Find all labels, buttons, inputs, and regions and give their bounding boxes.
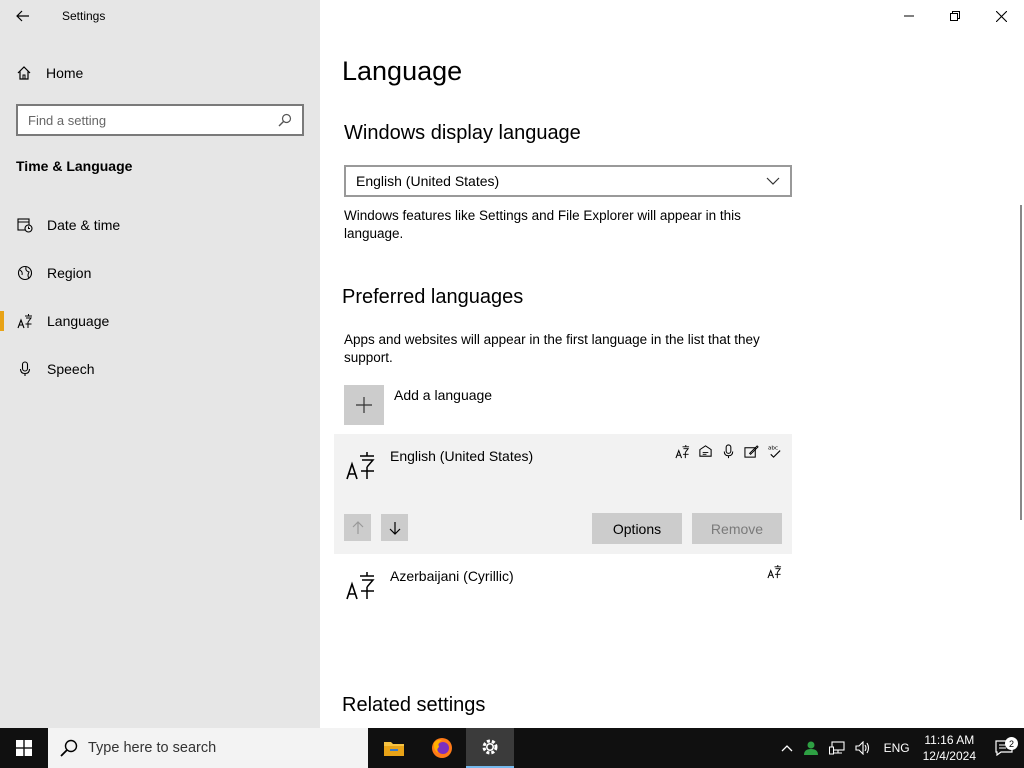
- restore-button[interactable]: [932, 0, 978, 32]
- preferred-languages-description: Apps and websites will appear in the fir…: [344, 332, 760, 365]
- arrow-down-icon: [389, 521, 400, 535]
- minimize-button[interactable]: [886, 0, 932, 32]
- language-entry-icon: [346, 450, 376, 485]
- related-settings-heading: Related settings: [342, 694, 486, 716]
- handwriting-icon: [744, 445, 759, 458]
- title-bar: Settings: [0, 0, 105, 32]
- back-button[interactable]: [0, 0, 46, 32]
- home-link[interactable]: Home: [16, 60, 83, 86]
- globe-icon: [17, 265, 33, 281]
- sidebar-item-label: Region: [47, 265, 92, 281]
- taskbar-search-placeholder: Type here to search: [88, 740, 217, 756]
- date-time-icon: [17, 218, 33, 233]
- find-setting-box[interactable]: [16, 104, 304, 136]
- show-hidden-icons-button[interactable]: [781, 744, 793, 752]
- notification-count-badge: 2: [1005, 737, 1018, 750]
- options-button[interactable]: Options: [592, 513, 682, 544]
- folder-icon: [384, 742, 404, 756]
- sidebar-item-language[interactable]: Language: [0, 301, 320, 341]
- display-language-heading: Windows display language: [344, 122, 581, 144]
- sidebar-item-date-time[interactable]: Date & time: [0, 205, 320, 245]
- language-icon: [17, 314, 32, 329]
- back-arrow-icon: [16, 10, 29, 22]
- clock-time: 11:16 AM: [924, 733, 975, 747]
- taskbar-app-file-explorer[interactable]: [370, 728, 418, 768]
- add-language-button[interactable]: Add a language: [344, 385, 492, 425]
- sidebar-item-label: Language: [47, 313, 110, 329]
- spell-check-icon: abc: [768, 446, 781, 458]
- language-entry[interactable]: Azerbaijani (Cyrillic): [334, 554, 792, 614]
- clock-date: 12/4/2024: [922, 749, 976, 763]
- move-down-button[interactable]: [381, 514, 408, 541]
- language-icon: [346, 572, 375, 600]
- clock[interactable]: 11:16 AM 12/4/2024: [923, 732, 976, 764]
- close-icon: [995, 10, 1007, 22]
- network-button[interactable]: [828, 741, 845, 755]
- speech-recognition-icon: [723, 444, 734, 459]
- section-title: Time & Language: [16, 158, 133, 174]
- language-features: [767, 564, 782, 579]
- search-icon: [60, 739, 78, 757]
- sidebar: Settings Home Time & Language Date & tim…: [0, 0, 320, 728]
- plus-icon: [356, 397, 372, 413]
- language-pack-icon: [767, 564, 782, 579]
- start-button[interactable]: [0, 728, 48, 768]
- plus-box: [344, 385, 384, 425]
- remove-button[interactable]: Remove: [692, 513, 782, 544]
- language-features: abc: [675, 444, 782, 459]
- dropdown-value: English (United States): [356, 173, 500, 189]
- language-name: English (United States): [390, 448, 534, 464]
- app-title: Settings: [62, 9, 106, 23]
- move-up-button[interactable]: [344, 514, 371, 541]
- language-pack-icon: [675, 444, 690, 459]
- find-setting-input[interactable]: [28, 112, 278, 128]
- speaker-icon: [855, 741, 869, 755]
- windows-logo-icon: [16, 740, 32, 756]
- tray-user-icon-button[interactable]: [803, 740, 819, 756]
- people-icon: [803, 741, 818, 755]
- language-name: Azerbaijani (Cyrillic): [390, 568, 514, 584]
- add-language-label: Add a language: [394, 387, 493, 403]
- input-language-indicator[interactable]: ENG: [884, 741, 910, 755]
- sidebar-item-region[interactable]: Region: [0, 253, 320, 293]
- home-label: Home: [46, 65, 84, 81]
- page-title: Language: [342, 56, 463, 86]
- search-icon: [278, 113, 292, 127]
- network-icon: [828, 741, 845, 755]
- chevron-down-icon: [766, 177, 780, 185]
- home-icon: [17, 66, 31, 80]
- main-content: Language Windows display language Englis…: [320, 0, 1024, 728]
- sidebar-item-label: Speech: [47, 361, 95, 377]
- preferred-languages-heading: Preferred languages: [342, 286, 524, 308]
- arrow-up-icon: [352, 520, 363, 534]
- firefox-icon: [432, 738, 452, 758]
- close-button[interactable]: [978, 0, 1024, 32]
- action-center-button[interactable]: 2: [984, 737, 1024, 756]
- display-language-dropdown[interactable]: English (United States): [344, 165, 792, 197]
- gear-icon: [482, 739, 498, 755]
- window-controls: [886, 0, 1024, 32]
- language-icon: [346, 452, 375, 480]
- taskbar-search-box[interactable]: Type here to search: [48, 728, 368, 768]
- system-tray: ENG 11:16 AM 12/4/2024 2: [776, 728, 1024, 768]
- text-to-speech-icon: [699, 445, 712, 457]
- scrollbar[interactable]: [1020, 205, 1022, 520]
- language-entry-selected[interactable]: English (United States) abc Options Remo…: [334, 434, 792, 554]
- chevron-up-icon: [781, 745, 793, 752]
- taskbar: Type here to search ENG 11:16 AM 12/4/20…: [0, 728, 1024, 768]
- svg-text:abc: abc: [768, 446, 778, 452]
- taskbar-app-firefox[interactable]: [418, 728, 466, 768]
- microphone-icon: [19, 361, 31, 376]
- sidebar-item-label: Date & time: [47, 217, 121, 233]
- minimize-icon: [904, 15, 914, 17]
- volume-button[interactable]: [855, 741, 871, 755]
- display-language-description: Windows features like Settings and File …: [344, 208, 741, 241]
- taskbar-app-settings[interactable]: [466, 728, 514, 768]
- language-entry-icon: [346, 570, 376, 605]
- restore-icon: [950, 11, 960, 21]
- sidebar-item-speech[interactable]: Speech: [0, 349, 320, 389]
